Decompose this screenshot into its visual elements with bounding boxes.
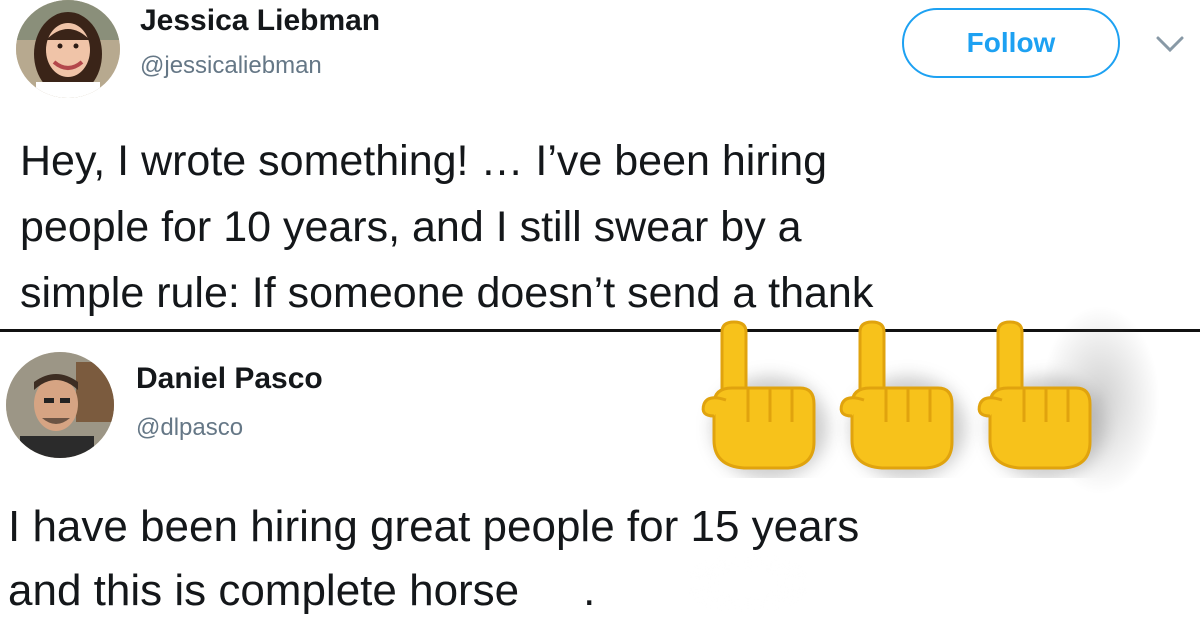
avatar-daniel[interactable]: [6, 352, 114, 458]
follow-button[interactable]: Follow: [902, 8, 1120, 78]
avatar-jessica[interactable]: [16, 0, 120, 98]
pointing-up-emoji: [701, 320, 828, 478]
tweet-text-tail: .: [583, 566, 596, 615]
tweet-text-line: people for 10 years, and I still swear b…: [20, 203, 802, 251]
pointing-up-emoji: [977, 320, 1104, 478]
censor-blur: [688, 556, 808, 610]
follow-button-label: Follow: [966, 27, 1056, 58]
tweet-text-line: Hey, I wrote something! … I’ve been hiri…: [20, 137, 828, 185]
avatar-image: [6, 352, 114, 458]
tweet-text-visible: and this is complete horse: [8, 566, 520, 615]
avatar-image: [16, 0, 120, 98]
author-name[interactable]: Jessica Liebman: [140, 4, 380, 38]
chevron-down-icon[interactable]: [1152, 32, 1188, 56]
pointing-up-emoji: [839, 320, 966, 478]
author-name[interactable]: Daniel Pasco: [136, 362, 323, 396]
tweet-text-line: simple rule: If someone doesn’t send a t…: [20, 269, 874, 317]
author-handle[interactable]: @jessicaliebman: [140, 52, 322, 80]
author-handle[interactable]: @dlpasco: [136, 414, 243, 442]
tweet-text-line: I have been hiring great people for 15 y…: [8, 502, 860, 551]
tweet-text-line: and this is complete horse.: [8, 558, 595, 624]
